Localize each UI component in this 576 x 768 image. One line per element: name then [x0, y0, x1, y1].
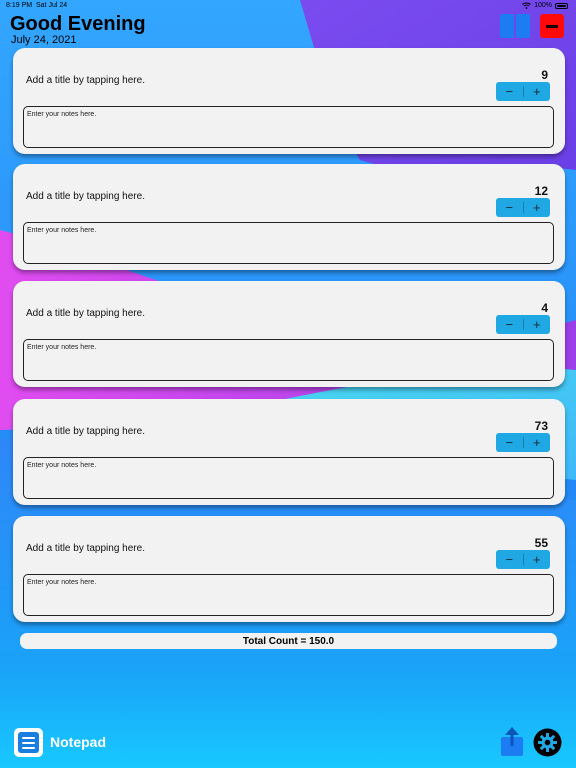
increment-button[interactable]: + — [524, 550, 551, 569]
note-title-field[interactable]: Add a title by tapping here. — [26, 426, 145, 437]
note-title-field[interactable]: Add a title by tapping here. — [26, 543, 145, 554]
decrement-button[interactable]: − — [496, 82, 523, 101]
column-icon — [516, 14, 530, 38]
status-bar: 8:19 PM Sat Jul 24 100% — [0, 0, 576, 12]
app-name: Notepad — [50, 734, 106, 750]
note-title-field[interactable]: Add a title by tapping here. — [26, 191, 145, 202]
decrement-button[interactable]: − — [496, 433, 523, 452]
notes-textarea[interactable]: Enter your notes here. — [23, 222, 554, 264]
layout-toggle-button[interactable] — [500, 14, 530, 38]
count-stepper: − + — [496, 433, 550, 452]
increment-button[interactable]: + — [524, 198, 551, 217]
decrement-button[interactable]: − — [496, 315, 523, 334]
note-count: 55 — [534, 536, 548, 550]
wifi-icon — [522, 2, 531, 9]
current-date: July 24, 2021 — [11, 34, 77, 46]
count-stepper: − + — [496, 550, 550, 569]
page-title: Good Evening — [10, 13, 146, 35]
note-count: 4 — [541, 301, 548, 315]
note-title-field[interactable]: Add a title by tapping here. — [26, 75, 145, 86]
note-card: Add a title by tapping here. 9 − + Enter… — [13, 48, 565, 154]
notes-textarea[interactable]: Enter your notes here. — [23, 106, 554, 148]
count-stepper: − + — [496, 198, 550, 217]
increment-button[interactable]: + — [524, 433, 551, 452]
delete-button[interactable] — [540, 14, 564, 38]
decrement-button[interactable]: − — [496, 198, 523, 217]
decrement-button[interactable]: − — [496, 550, 523, 569]
notes-textarea[interactable]: Enter your notes here. — [23, 574, 554, 616]
notes-textarea[interactable]: Enter your notes here. — [23, 457, 554, 499]
battery-percent: 100% — [534, 2, 552, 9]
column-icon — [500, 14, 514, 38]
note-count: 73 — [534, 419, 548, 433]
note-card: Add a title by tapping here. 4 − + Enter… — [13, 281, 565, 387]
status-indicators: 100% — [522, 2, 568, 9]
notepad-icon — [14, 728, 43, 757]
note-count: 9 — [541, 68, 548, 82]
count-stepper: − + — [496, 315, 550, 334]
note-card: Add a title by tapping here. 12 − + Ente… — [13, 164, 565, 270]
increment-button[interactable]: + — [524, 315, 551, 334]
note-card: Add a title by tapping here. 55 − + Ente… — [13, 516, 565, 622]
status-time: 8:19 PM — [6, 2, 33, 9]
notes-textarea[interactable]: Enter your notes here. — [23, 339, 554, 381]
note-count: 12 — [534, 184, 548, 198]
notepad-icon-glyph — [18, 732, 39, 753]
settings-button[interactable] — [533, 728, 562, 757]
total-count: Total Count = 150.0 — [20, 633, 557, 649]
note-title-field[interactable]: Add a title by tapping here. — [26, 308, 145, 319]
gear-icon — [533, 728, 562, 757]
increment-button[interactable]: + — [524, 82, 551, 101]
count-stepper: − + — [496, 82, 550, 101]
note-card: Add a title by tapping here. 73 − + Ente… — [13, 399, 565, 505]
battery-icon — [555, 2, 568, 9]
share-icon — [501, 727, 523, 756]
share-button[interactable] — [500, 727, 524, 757]
status-date: Sat Jul 24 — [36, 2, 68, 9]
